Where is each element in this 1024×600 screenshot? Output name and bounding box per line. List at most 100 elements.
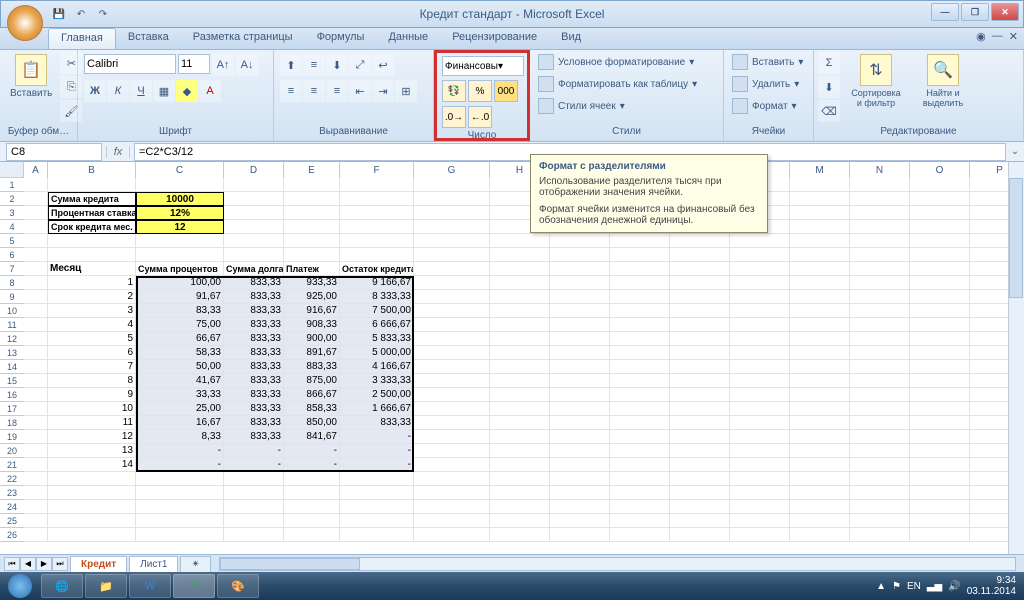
align-bottom-icon[interactable]: ⬇ xyxy=(326,54,348,76)
font-color-icon[interactable]: A xyxy=(199,80,221,102)
cell-E16[interactable]: 866,67 xyxy=(284,388,340,402)
cell-C10[interactable]: 83,33 xyxy=(136,304,224,318)
cell-O7[interactable] xyxy=(910,262,970,276)
cell-K20[interactable] xyxy=(670,444,730,458)
cell-H23[interactable] xyxy=(490,486,550,500)
cell-D10[interactable]: 833,33 xyxy=(224,304,284,318)
tray-lang[interactable]: EN xyxy=(907,581,921,592)
cell-B13[interactable]: 6 xyxy=(48,346,136,360)
cell-I6[interactable] xyxy=(550,248,610,262)
cell-D14[interactable]: 833,33 xyxy=(224,360,284,374)
cell-E5[interactable] xyxy=(284,234,340,248)
cell-O12[interactable] xyxy=(910,332,970,346)
cell-I8[interactable] xyxy=(550,276,610,290)
cell-H14[interactable] xyxy=(490,360,550,374)
tab-formulas[interactable]: Формулы xyxy=(305,28,377,49)
cell-E17[interactable]: 858,33 xyxy=(284,402,340,416)
next-sheet-button[interactable]: ▶ xyxy=(36,557,52,571)
cell-F2[interactable] xyxy=(340,192,414,206)
cell-F12[interactable]: 5 833,33 xyxy=(340,332,414,346)
cell-A1[interactable] xyxy=(24,178,48,192)
cell-E22[interactable] xyxy=(284,472,340,486)
cell-F17[interactable]: 1 666,67 xyxy=(340,402,414,416)
cell-D22[interactable] xyxy=(224,472,284,486)
cell-C26[interactable] xyxy=(136,528,224,542)
cell-J26[interactable] xyxy=(610,528,670,542)
col-header-O[interactable]: O xyxy=(910,162,970,178)
cell-F14[interactable]: 4 166,67 xyxy=(340,360,414,374)
cell-O14[interactable] xyxy=(910,360,970,374)
cell-H13[interactable] xyxy=(490,346,550,360)
cell-A17[interactable] xyxy=(24,402,48,416)
tray-volume-icon[interactable]: 🔊 xyxy=(948,581,960,592)
cell-O26[interactable] xyxy=(910,528,970,542)
doc-close-icon[interactable]: ✕ xyxy=(1009,30,1018,43)
sort-filter-button[interactable]: ⇅Сортировка и фильтр xyxy=(842,52,910,110)
row-header-13[interactable]: 13 xyxy=(0,346,24,360)
cell-L25[interactable] xyxy=(730,514,790,528)
cell-O10[interactable] xyxy=(910,304,970,318)
cell-G19[interactable] xyxy=(414,430,490,444)
cell-F9[interactable]: 8 333,33 xyxy=(340,290,414,304)
cell-J25[interactable] xyxy=(610,514,670,528)
cell-L21[interactable] xyxy=(730,458,790,472)
cell-J10[interactable] xyxy=(610,304,670,318)
cell-J23[interactable] xyxy=(610,486,670,500)
cell-A15[interactable] xyxy=(24,374,48,388)
cell-E26[interactable] xyxy=(284,528,340,542)
cell-N13[interactable] xyxy=(850,346,910,360)
cell-H16[interactable] xyxy=(490,388,550,402)
cell-G26[interactable] xyxy=(414,528,490,542)
cell-F19[interactable]: - xyxy=(340,430,414,444)
cell-A12[interactable] xyxy=(24,332,48,346)
cell-O20[interactable] xyxy=(910,444,970,458)
cell-D25[interactable] xyxy=(224,514,284,528)
cell-B26[interactable] xyxy=(48,528,136,542)
cell-N23[interactable] xyxy=(850,486,910,500)
cell-B23[interactable] xyxy=(48,486,136,500)
cell-O5[interactable] xyxy=(910,234,970,248)
cell-C4[interactable]: 12 xyxy=(136,220,224,234)
cell-E23[interactable] xyxy=(284,486,340,500)
cell-M8[interactable] xyxy=(790,276,850,290)
cell-K7[interactable] xyxy=(670,262,730,276)
cell-C1[interactable] xyxy=(136,178,224,192)
cell-H20[interactable] xyxy=(490,444,550,458)
row-header-15[interactable]: 15 xyxy=(0,374,24,388)
cell-I16[interactable] xyxy=(550,388,610,402)
cell-N20[interactable] xyxy=(850,444,910,458)
cell-H26[interactable] xyxy=(490,528,550,542)
cell-E1[interactable] xyxy=(284,178,340,192)
cell-H5[interactable] xyxy=(490,234,550,248)
cell-F26[interactable] xyxy=(340,528,414,542)
percent-icon[interactable]: % xyxy=(468,80,492,102)
cell-A16[interactable] xyxy=(24,388,48,402)
cell-I9[interactable] xyxy=(550,290,610,304)
cell-I7[interactable] xyxy=(550,262,610,276)
align-left-icon[interactable]: ≡ xyxy=(280,80,302,102)
tab-layout[interactable]: Разметка страницы xyxy=(181,28,305,49)
vscroll-thumb[interactable] xyxy=(1009,178,1023,298)
cell-G13[interactable] xyxy=(414,346,490,360)
cell-J20[interactable] xyxy=(610,444,670,458)
cell-O9[interactable] xyxy=(910,290,970,304)
autosum-icon[interactable]: Σ xyxy=(818,52,840,74)
cell-L12[interactable] xyxy=(730,332,790,346)
cell-N8[interactable] xyxy=(850,276,910,290)
cell-B12[interactable]: 5 xyxy=(48,332,136,346)
cell-M13[interactable] xyxy=(790,346,850,360)
cell-K12[interactable] xyxy=(670,332,730,346)
cell-H18[interactable] xyxy=(490,416,550,430)
cell-B24[interactable] xyxy=(48,500,136,514)
insert-cells-button[interactable]: Вставить ▾ xyxy=(728,52,807,72)
cell-K25[interactable] xyxy=(670,514,730,528)
cell-J5[interactable] xyxy=(610,234,670,248)
cell-J16[interactable] xyxy=(610,388,670,402)
cell-C7[interactable]: Сумма процентов xyxy=(136,262,224,276)
cell-F3[interactable] xyxy=(340,206,414,220)
cell-M9[interactable] xyxy=(790,290,850,304)
increase-decimal-icon[interactable]: .0→ xyxy=(442,106,466,128)
cell-E25[interactable] xyxy=(284,514,340,528)
maximize-button[interactable]: ❐ xyxy=(961,3,989,21)
cell-D23[interactable] xyxy=(224,486,284,500)
